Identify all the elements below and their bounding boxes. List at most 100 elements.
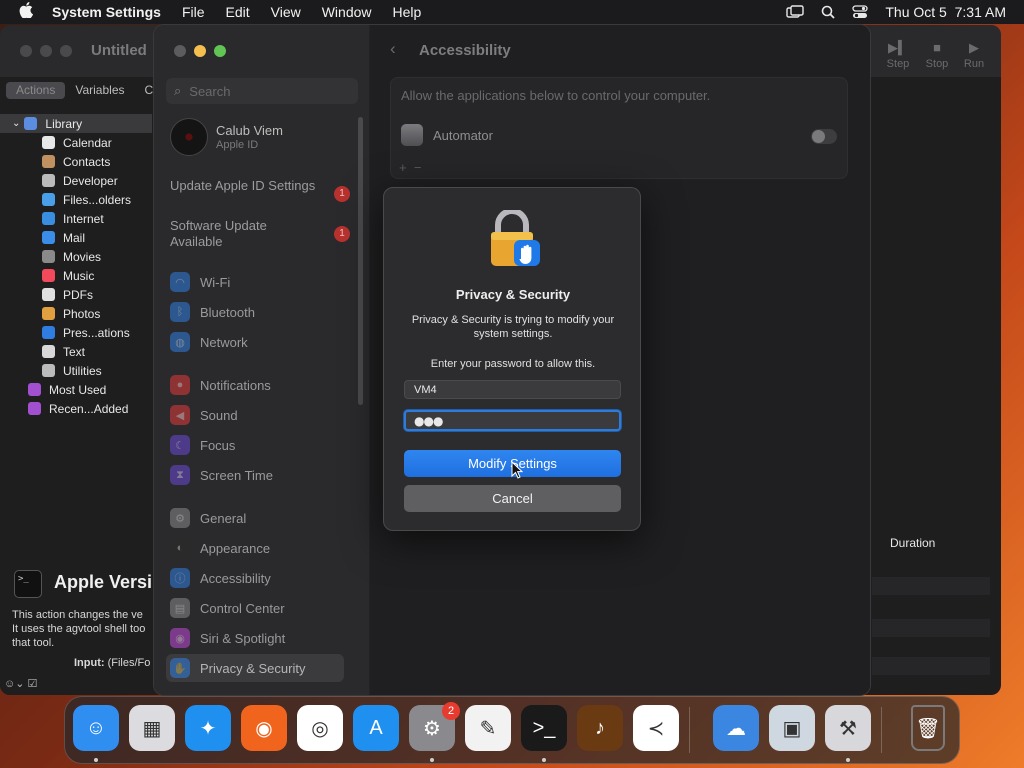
duration-column-header[interactable]: Duration [890, 536, 935, 550]
control-center-icon[interactable] [852, 5, 869, 19]
sidebar-item[interactable]: ◐ Appearance [166, 534, 344, 562]
sidebar-item[interactable]: ⓘ Accessibility [166, 564, 344, 592]
update-apple-id-notice[interactable]: Update Apple ID Settings 1 [170, 178, 350, 202]
disclosure-chevron-icon[interactable]: ⌄ [12, 118, 20, 129]
sidebar-scrollbar[interactable] [358, 117, 363, 405]
weather-icon[interactable]: ☁ [713, 705, 759, 751]
firefox-icon[interactable]: ◉ [241, 705, 287, 751]
minimize-button[interactable] [194, 45, 206, 57]
sidebar-item-label: Network [200, 334, 248, 350]
terminal-icon[interactable]: >_ [521, 705, 567, 751]
library-item-label: Most Used [49, 382, 107, 397]
trash-icon[interactable]: 🗑 [911, 705, 945, 751]
software-update-notice[interactable]: Software Update Available 1 [170, 218, 350, 250]
page-title: Accessibility [419, 42, 511, 59]
safari-icon[interactable]: ✦ [185, 705, 231, 751]
sidebar-item[interactable]: ◠ Wi-Fi [166, 268, 344, 296]
app-store-icon[interactable]: A [353, 705, 399, 751]
step-button[interactable]: ▶▍ Step [878, 38, 918, 70]
sidebar-item[interactable]: ● Notifications [166, 371, 344, 399]
library-item-icon [24, 117, 38, 130]
search-field[interactable]: ⌕ Search [166, 78, 358, 104]
library-item[interactable]: Text [0, 342, 152, 361]
library-item[interactable]: Internet [0, 209, 152, 228]
automator-icon[interactable]: ⚒ [825, 705, 871, 751]
screen-mirroring-icon[interactable] [786, 5, 805, 19]
minimize-button[interactable] [40, 45, 52, 57]
library-item-label: PDFs [63, 287, 93, 302]
menu-help[interactable]: Help [393, 4, 422, 20]
menu-edit[interactable]: Edit [226, 4, 250, 20]
library-item-icon [42, 269, 55, 282]
menu-app-name[interactable]: System Settings [52, 4, 161, 20]
stop-button[interactable]: ■ Stop [917, 38, 957, 70]
vscode-icon[interactable]: ≺ [633, 705, 679, 751]
sidebar-item[interactable]: ◀ Sound [166, 401, 344, 429]
sidebar-item[interactable]: ◍ Network [166, 328, 344, 356]
list-description: Allow the applications below to control … [401, 88, 711, 103]
library-item[interactable]: Movies [0, 247, 152, 266]
textedit-icon[interactable]: ✎ [465, 705, 511, 751]
zoom-button[interactable] [214, 45, 226, 57]
sidebar-item[interactable]: ✋ Privacy & Security [166, 654, 344, 682]
library-item[interactable]: ⌄ Library [0, 114, 152, 133]
sidebar-item-label: Siri & Spotlight [200, 630, 286, 646]
library-item[interactable]: PDFs [0, 285, 152, 304]
library-item[interactable]: Contacts [0, 152, 152, 171]
library-item-icon [42, 288, 55, 301]
action-title: Apple Versi [54, 572, 153, 592]
options-icon[interactable]: ☺⌄ ☑ [4, 677, 37, 690]
tab-actions[interactable]: Actions [6, 82, 66, 99]
spotlight-search-icon[interactable] [821, 5, 836, 19]
garageband-icon[interactable]: ♪ [577, 705, 623, 751]
library-item-label: Music [63, 268, 95, 283]
zoom-button[interactable] [60, 45, 72, 57]
cancel-button[interactable]: Cancel [404, 485, 621, 512]
library-item-label: Movies [63, 249, 102, 264]
sidebar-item[interactable]: ▤ Control Center [166, 594, 344, 622]
library-item[interactable]: Developer [0, 171, 152, 190]
automator-access-toggle[interactable] [811, 129, 837, 144]
run-button[interactable]: ▶ Run [954, 38, 994, 70]
library-item-label: Recen...Added [49, 401, 129, 416]
back-chevron-icon[interactable]: ‹ [390, 39, 396, 59]
run-icon: ▶ [969, 40, 979, 55]
sidebar-item-icon: ● [170, 375, 190, 395]
sidebar-item-icon: ◉ [170, 628, 190, 648]
sidebar-item[interactable]: ⚙ General [166, 504, 344, 532]
library-item[interactable]: Pres...ations [0, 323, 152, 342]
username-field[interactable] [404, 380, 621, 399]
password-field[interactable] [404, 410, 621, 431]
sidebar-item[interactable]: ☾ Focus [166, 431, 344, 459]
library-item[interactable]: Files...olders [0, 190, 152, 209]
close-button[interactable] [20, 45, 32, 57]
apple-id-account[interactable]: Calub Viem Apple ID [170, 118, 360, 158]
menu-clock[interactable]: Thu Oct 5 7:31 AM [885, 4, 1006, 20]
library-item[interactable]: Utilities [0, 361, 152, 380]
accessibility-app-list: Allow the applications below to control … [390, 77, 848, 179]
tab-variables[interactable]: Variables [65, 82, 134, 99]
finder-icon[interactable]: ☺ [73, 705, 119, 751]
add-remove-buttons[interactable]: + − [399, 160, 421, 175]
preview-icon[interactable]: ▣ [769, 705, 815, 751]
sidebar-item[interactable]: ◉ Siri & Spotlight [166, 624, 344, 652]
apple-menu-icon[interactable] [0, 2, 52, 22]
library-item-label: Internet [63, 211, 104, 226]
sidebar-item[interactable]: ᛒ Bluetooth [166, 298, 344, 326]
sidebar-item[interactable]: ⧗ Screen Time [166, 461, 344, 489]
chrome-icon[interactable]: ◎ [297, 705, 343, 751]
library-item[interactable]: Calendar [0, 133, 152, 152]
dock: ☺ ▦ ✦ ◉ ◎ A ⚙ ✎ >_ ♪ ≺ ☁ ▣ ⚒ 🗑 2 [64, 696, 960, 764]
menu-window[interactable]: Window [322, 4, 372, 20]
menu-file[interactable]: File [182, 4, 205, 20]
library-item[interactable]: Recen...Added [0, 399, 152, 418]
library-item[interactable]: Mail [0, 228, 152, 247]
search-placeholder: Search [189, 83, 231, 99]
library-item-icon [42, 326, 55, 339]
library-item[interactable]: Photos [0, 304, 152, 323]
launchpad-icon[interactable]: ▦ [129, 705, 175, 751]
library-item[interactable]: Music [0, 266, 152, 285]
close-button[interactable] [174, 45, 186, 57]
menu-view[interactable]: View [271, 4, 301, 20]
library-item[interactable]: Most Used [0, 380, 152, 399]
